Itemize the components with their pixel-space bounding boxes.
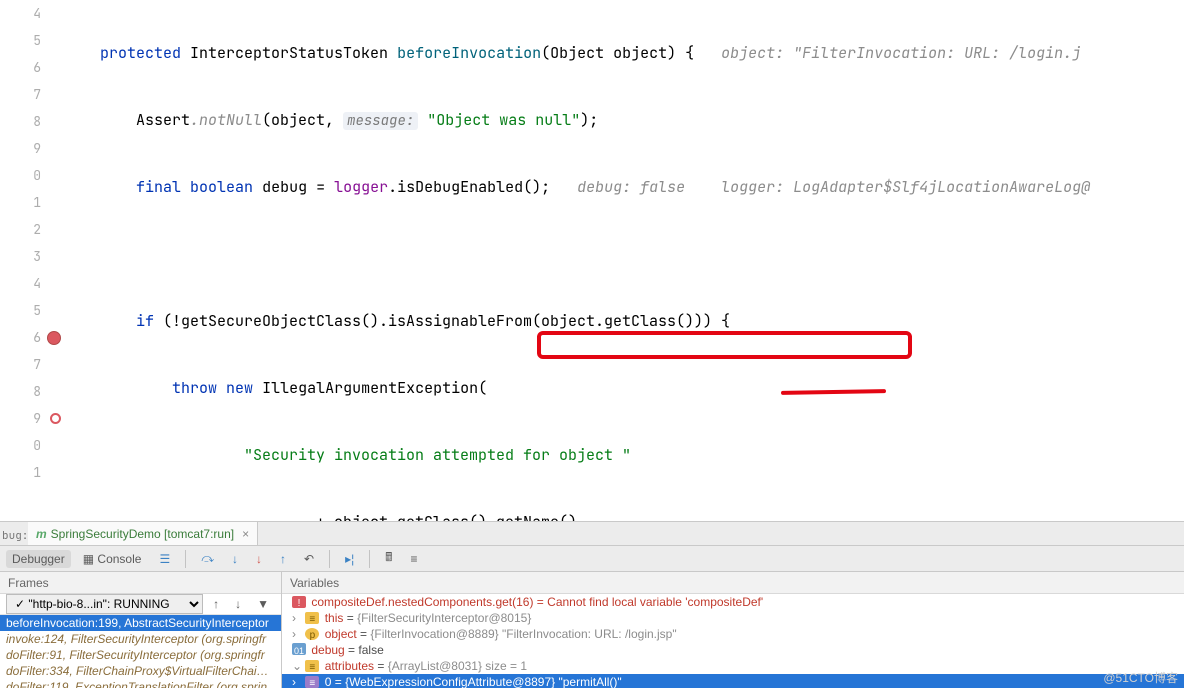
step-into-icon[interactable]: ↓ <box>226 550 244 568</box>
var-row-selected[interactable]: › ≡ 0 = {WebExpressionConfigAttribute@88… <box>282 674 1184 688</box>
frame-item[interactable]: beforeInvocation:199, AbstractSecurityIn… <box>0 615 281 631</box>
frame-item[interactable]: doFilter:119, ExceptionTranslationFilter… <box>0 679 281 688</box>
line-number[interactable]: 9 <box>0 405 41 432</box>
line-number[interactable]: 6 <box>0 54 41 81</box>
expand-icon[interactable]: › <box>292 626 302 642</box>
frames-header: Frames <box>0 572 281 594</box>
line-number[interactable]: 7 <box>0 351 41 378</box>
var-row[interactable]: 01 debug = false <box>282 642 1184 658</box>
line-number[interactable]: 4 <box>0 0 41 27</box>
param-hint: message: <box>343 112 418 130</box>
line-number[interactable]: 1 <box>0 189 41 216</box>
inline-hint: object: "FilterInvocation: URL: /login.j <box>721 43 1081 63</box>
debug-caption: bug: <box>2 529 28 543</box>
variables-panel: Variables ! compositeDef.nestedComponent… <box>282 572 1184 688</box>
variables-header: Variables <box>282 572 1184 594</box>
evaluate-icon[interactable]: 🖩 <box>379 546 398 571</box>
debug-toolbar: Debugger ▦ Console ☰ ⤼ ↓ ↓ ↑ ↶ ▸¦ 🖩 ≡ <box>0 546 1184 572</box>
var-row[interactable]: ⌄ ≡ attributes = {ArrayList@8031} size =… <box>282 658 1184 674</box>
line-number[interactable]: 9 <box>0 135 41 162</box>
line-number[interactable]: 7 <box>0 81 41 108</box>
inline-hint: debug: false <box>577 177 685 197</box>
frames-list[interactable]: beforeInvocation:199, AbstractSecurityIn… <box>0 615 281 688</box>
var-row[interactable]: ! compositeDef.nestedComponents.get(16) … <box>282 594 1184 610</box>
element-icon: ≡ <box>305 676 319 688</box>
line-number[interactable]: 4 <box>0 270 41 297</box>
frame-item[interactable]: invoke:124, FilterSecurityInterceptor (o… <box>0 631 281 647</box>
field-icon: ≡ <box>305 612 319 624</box>
error-icon: ! <box>292 596 306 608</box>
debug-panel: m SpringSecurityDemo [tomcat7:run] × Deb… <box>0 521 1184 688</box>
line-number[interactable]: 0 <box>0 162 41 189</box>
force-step-into-icon[interactable]: ↓ <box>250 550 268 568</box>
frames-panel: Frames ✓ "http-bio-8...in": RUNNING ↑ ↓ … <box>0 572 282 688</box>
run-config-tab[interactable]: m SpringSecurityDemo [tomcat7:run] × <box>28 522 258 545</box>
variables-list[interactable]: ! compositeDef.nestedComponents.get(16) … <box>282 594 1184 688</box>
editor-pane: 4 5 6 7 8 9 0 1 2 3 4 5 6 7 8 9 0 1 prot… <box>0 0 1184 521</box>
run-to-cursor-icon[interactable]: ▸¦ <box>339 550 360 568</box>
console-icon: ▦ <box>83 552 94 566</box>
var-row[interactable]: › p object = {FilterInvocation@8889} "Fi… <box>282 626 1184 642</box>
line-number[interactable]: 2 <box>0 216 41 243</box>
close-icon[interactable]: × <box>242 527 249 541</box>
execution-point-icon[interactable] <box>50 413 61 424</box>
watermark: @51CTO博客 <box>1103 669 1178 686</box>
line-number[interactable]: 8 <box>0 378 41 405</box>
filter-icon[interactable]: ▼ <box>251 595 275 613</box>
line-number[interactable]: 6 <box>0 324 41 351</box>
code-area[interactable]: protected InterceptorStatusToken beforeI… <box>63 0 1184 521</box>
inline-hint: logger: LogAdapter$Slf4jLocationAwareLog… <box>721 177 1090 197</box>
next-frame-icon[interactable]: ↓ <box>229 595 247 613</box>
trace-icon[interactable]: ≡ <box>404 550 423 568</box>
breakpoint-icon[interactable] <box>47 331 61 345</box>
line-number[interactable]: 1 <box>0 459 41 486</box>
line-number[interactable]: 5 <box>0 297 41 324</box>
thread-selector[interactable]: ✓ "http-bio-8...in": RUNNING <box>6 594 203 614</box>
line-number[interactable]: 8 <box>0 108 41 135</box>
annotation-box <box>537 331 912 359</box>
drop-frame-icon[interactable]: ↶ <box>298 550 320 568</box>
tab-debugger[interactable]: Debugger <box>6 550 71 568</box>
gutter: 4 5 6 7 8 9 0 1 2 3 4 5 6 7 8 9 0 1 <box>0 0 63 521</box>
step-out-icon[interactable]: ↑ <box>274 550 292 568</box>
var-row[interactable]: › ≡ this = {FilterSecurityInterceptor@80… <box>282 610 1184 626</box>
frame-item[interactable]: doFilter:334, FilterChainProxy$VirtualFi… <box>0 663 281 679</box>
expand-icon[interactable]: › <box>292 674 302 688</box>
run-tabs: m SpringSecurityDemo [tomcat7:run] × <box>0 522 1184 546</box>
step-over-icon[interactable]: ⤼ <box>195 549 220 568</box>
tab-console[interactable]: ▦ Console <box>77 550 148 568</box>
expand-icon[interactable]: › <box>292 610 302 626</box>
prev-frame-icon[interactable]: ↑ <box>207 595 225 613</box>
frame-item[interactable]: doFilter:91, FilterSecurityInterceptor (… <box>0 647 281 663</box>
param-icon: p <box>305 628 319 640</box>
collapse-icon[interactable]: ⌄ <box>292 658 302 674</box>
primitive-icon: 01 <box>292 643 306 655</box>
field-icon: ≡ <box>305 660 319 672</box>
line-number[interactable]: 3 <box>0 243 41 270</box>
line-number[interactable]: 5 <box>0 27 41 54</box>
line-number[interactable]: 0 <box>0 432 41 459</box>
threads-icon[interactable]: ☰ <box>153 550 176 568</box>
